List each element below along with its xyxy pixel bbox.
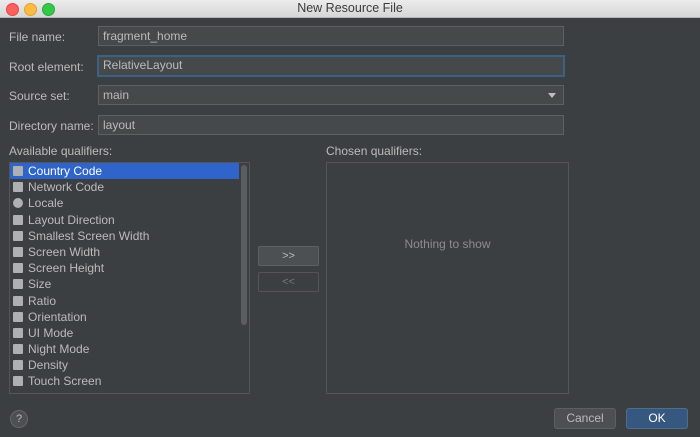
chosen-qualifiers-label: Chosen qualifiers: bbox=[326, 144, 423, 158]
add-qualifier-button[interactable]: >> bbox=[258, 246, 319, 266]
cancel-button[interactable]: Cancel bbox=[554, 408, 616, 429]
list-item-label: Screen Height bbox=[28, 261, 105, 276]
ok-button[interactable]: OK bbox=[626, 408, 688, 429]
list-item-label: Network Code bbox=[28, 180, 105, 195]
empty-state-text: Nothing to show bbox=[404, 237, 491, 251]
available-qualifiers-list[interactable]: Country Code Network Code Locale Layout Dir… bbox=[9, 162, 250, 394]
source-set-value: main bbox=[103, 88, 130, 102]
list-item-label: Screen Width bbox=[28, 244, 101, 259]
list-item[interactable]: Screen Height bbox=[10, 260, 249, 276]
smallest-screen-width-icon bbox=[13, 230, 23, 241]
flag-icon bbox=[13, 166, 23, 176]
root-element-field[interactable]: RelativeLayout bbox=[97, 55, 565, 77]
help-button[interactable]: ? bbox=[10, 410, 28, 428]
window-title: New Resource File bbox=[297, 1, 403, 15]
list-item[interactable]: Density bbox=[10, 357, 249, 373]
ratio-icon bbox=[13, 295, 23, 306]
list-item[interactable]: UI Mode bbox=[10, 325, 249, 341]
list-item[interactable]: Locale bbox=[10, 195, 249, 211]
list-scrollbar[interactable] bbox=[241, 165, 247, 325]
list-item-label: Locale bbox=[28, 196, 64, 211]
list-item-label: Orientation bbox=[28, 309, 87, 324]
screen-height-icon bbox=[13, 263, 23, 274]
globe-icon bbox=[13, 198, 23, 209]
root-element-label: Root element: bbox=[9, 60, 84, 74]
list-item[interactable]: Night Mode bbox=[10, 341, 249, 357]
network-icon bbox=[13, 182, 23, 193]
list-item-label: Touch Screen bbox=[28, 374, 102, 389]
list-item[interactable]: Smallest Screen Width bbox=[10, 228, 249, 244]
ui-mode-icon bbox=[13, 327, 23, 338]
screen-width-icon bbox=[13, 246, 23, 257]
night-mode-icon bbox=[13, 344, 23, 355]
directory-name-label: Directory name: bbox=[9, 119, 94, 133]
list-item[interactable]: Orientation bbox=[10, 309, 249, 325]
size-icon bbox=[13, 279, 23, 290]
source-set-label: Source set: bbox=[9, 89, 70, 103]
list-item[interactable]: Size bbox=[10, 276, 249, 292]
list-item[interactable]: Country Code bbox=[10, 163, 239, 180]
list-item[interactable]: Layout Direction bbox=[10, 212, 249, 228]
list-item[interactable]: Ratio bbox=[10, 293, 249, 309]
list-item-label: Smallest Screen Width bbox=[28, 228, 150, 243]
touch-screen-icon bbox=[13, 376, 23, 387]
file-name-field[interactable]: fragment_home bbox=[98, 26, 564, 46]
available-qualifiers-label: Available qualifiers: bbox=[9, 144, 113, 158]
list-item-label: Layout Direction bbox=[28, 212, 115, 227]
list-item-label: Size bbox=[28, 277, 52, 292]
list-item[interactable]: Touch Screen bbox=[10, 373, 249, 389]
file-name-label: File name: bbox=[9, 30, 66, 44]
list-item[interactable]: Screen Width bbox=[10, 244, 249, 260]
chosen-qualifiers-list: Nothing to show bbox=[326, 162, 569, 394]
list-item-label: Night Mode bbox=[28, 342, 90, 357]
orientation-icon bbox=[13, 311, 23, 322]
remove-qualifier-button[interactable]: << bbox=[258, 272, 319, 292]
density-icon bbox=[13, 360, 23, 371]
source-set-select[interactable]: main bbox=[98, 85, 564, 105]
list-item-label: Country Code bbox=[28, 164, 103, 178]
chevron-down-icon bbox=[548, 93, 556, 98]
list-item[interactable]: Network Code bbox=[10, 179, 249, 195]
title-bar: New Resource File bbox=[0, 0, 700, 18]
layout-direction-icon bbox=[13, 214, 23, 225]
list-item-label: UI Mode bbox=[28, 325, 74, 340]
list-item-label: Ratio bbox=[28, 293, 57, 308]
directory-name-field[interactable]: layout bbox=[98, 115, 564, 135]
list-item-label: Density bbox=[28, 358, 69, 373]
